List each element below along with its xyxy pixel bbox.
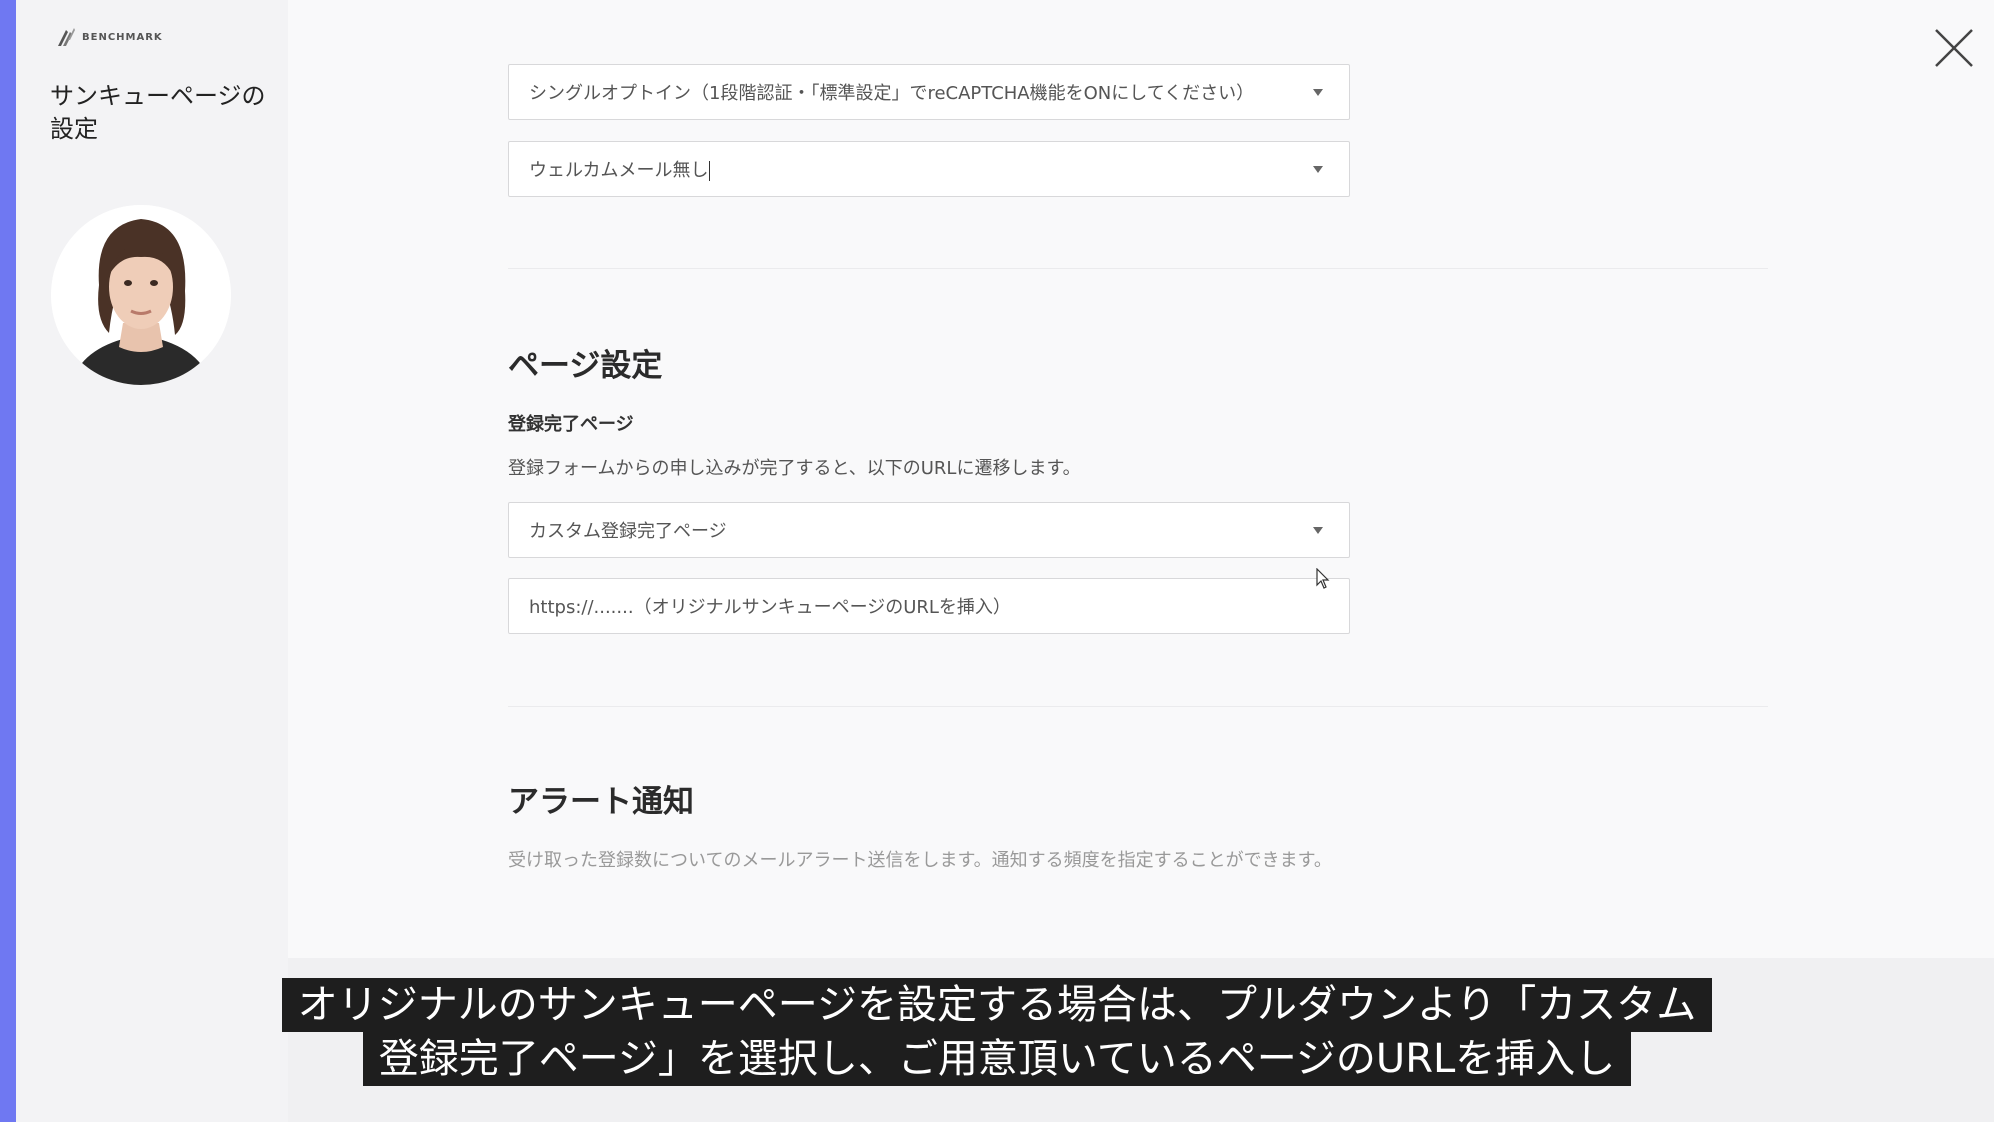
sidebar-title: サンキューページの設定 (50, 82, 266, 143)
accent-bar (0, 0, 16, 1122)
alert-heading: アラート通知 (508, 784, 694, 820)
optin-type-select[interactable]: シングルオプトイン（1段階認証・「標準設定」でreCAPTCHA機能をONにして… (508, 64, 1350, 120)
thank-you-url-value: https://.......（オリジナルサンキューページのURLを挿入） (529, 597, 1011, 618)
thank-you-url-input[interactable]: https://.......（オリジナルサンキューページのURLを挿入） (508, 578, 1350, 634)
presenter-avatar (51, 205, 231, 385)
page-settings-heading: ページ設定 (508, 348, 663, 384)
presenter-portrait (51, 205, 231, 385)
close-button[interactable] (1932, 26, 1976, 70)
alert-description: 受け取った登録数についてのメールアラート送信をします。通知する頻度を指定すること… (508, 850, 1332, 871)
logo-text: BENCHMARK (82, 31, 163, 43)
close-icon (1935, 29, 1973, 67)
main-panel: シングルオプトイン（1段階認証・「標準設定」でreCAPTCHA機能をONにして… (288, 0, 1994, 958)
text-cursor (709, 161, 711, 181)
mouse-pointer-icon (1316, 568, 1330, 589)
chevron-down-icon (1313, 88, 1323, 96)
completion-page-select[interactable]: カスタム登録完了ページ (508, 502, 1350, 558)
chevron-down-icon (1313, 165, 1323, 173)
completion-page-label: 登録完了ページ (508, 414, 634, 435)
welcome-mail-value: ウェルカムメール無し (529, 160, 709, 181)
brand-logo: BENCHMARK (56, 26, 163, 48)
section-divider (508, 268, 1768, 269)
completion-page-description: 登録フォームからの申し込みが完了すると、以下のURLに遷移します。 (508, 458, 1081, 479)
section-divider (508, 706, 1768, 707)
subtitle-line-1: オリジナルのサンキューページを設定する場合は、プルダウンより「カスタム (281, 978, 1713, 1032)
benchmark-logo-icon (58, 28, 75, 46)
subtitle-overlay: オリジナルのサンキューページを設定する場合は、プルダウンより「カスタム 登録完了… (0, 978, 1994, 1086)
welcome-mail-select[interactable]: ウェルカムメール無し (508, 141, 1350, 197)
sidebar: BENCHMARK サンキューページの設定 (16, 0, 288, 1122)
chevron-down-icon (1313, 526, 1323, 534)
optin-type-value: シングルオプトイン（1段階認証・「標準設定」でreCAPTCHA機能をONにして… (529, 83, 1255, 104)
subtitle-line-2: 登録完了ページ」を選択し、ご用意頂いているページのURLを挿入し (362, 1032, 1632, 1086)
completion-page-value: カスタム登録完了ページ (529, 521, 727, 542)
